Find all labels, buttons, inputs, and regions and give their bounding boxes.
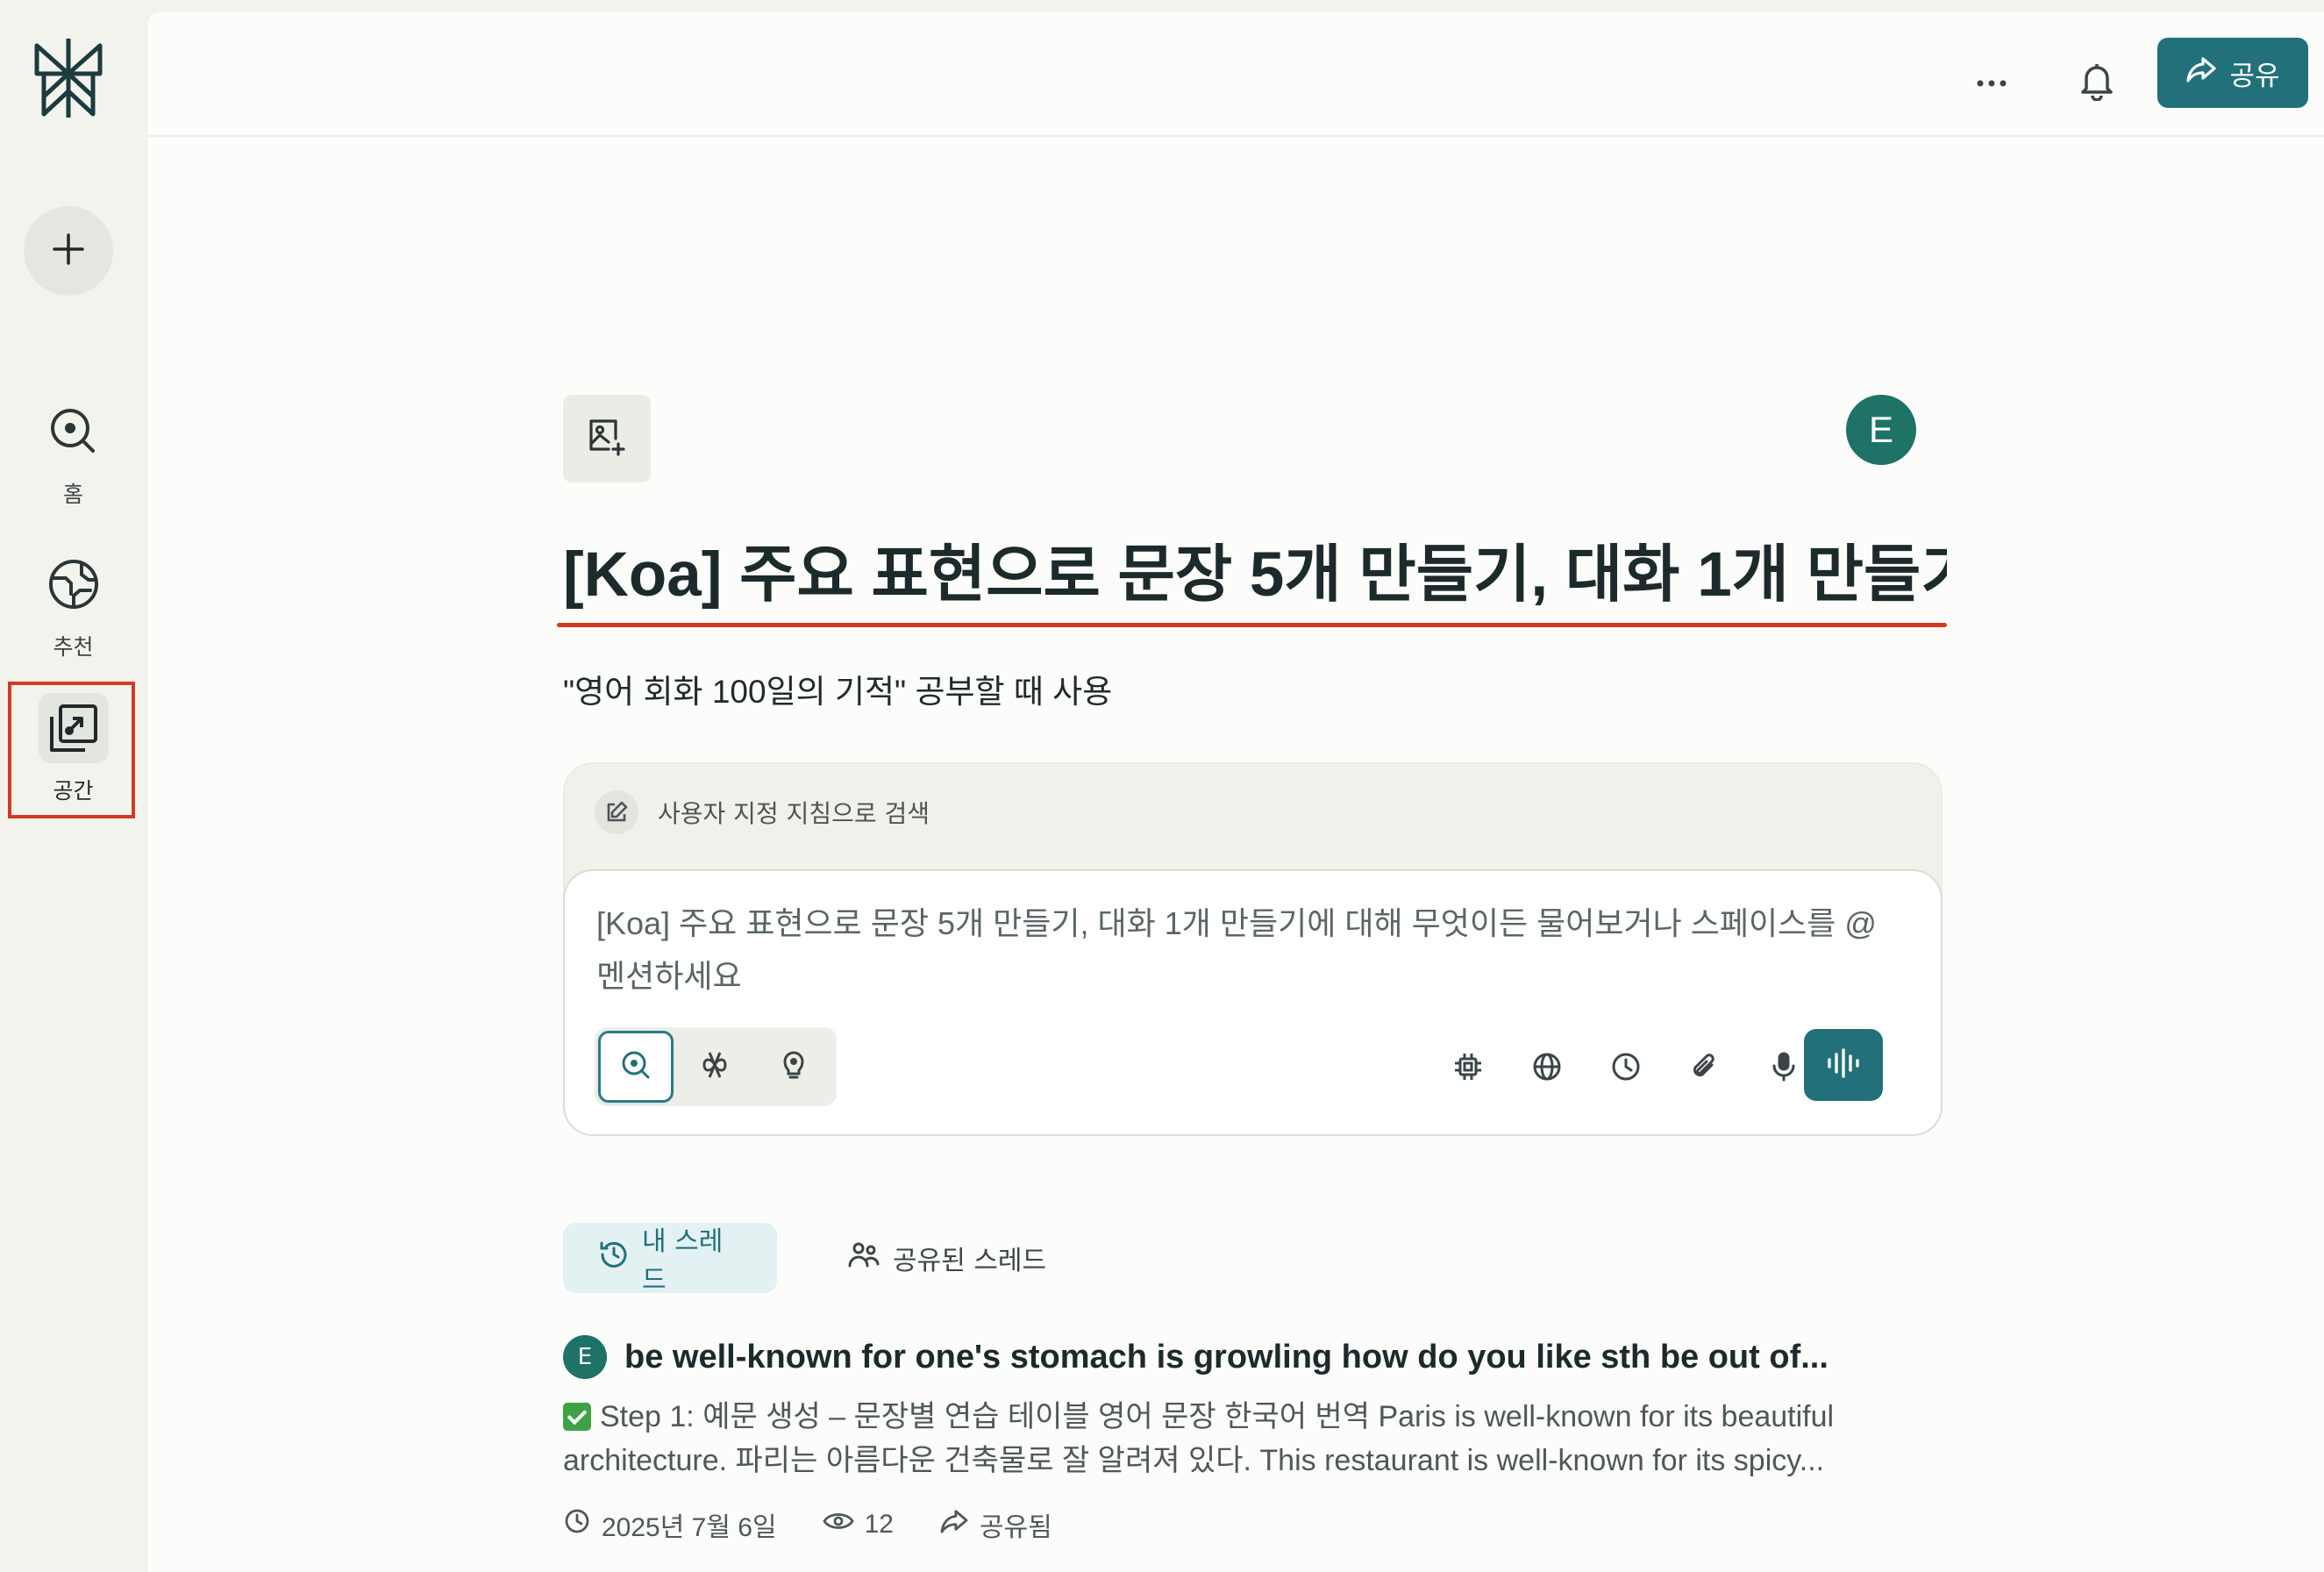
paperclip-icon	[1689, 1051, 1721, 1086]
sidebar-item-label: 추천	[53, 634, 94, 660]
dictation-button[interactable]	[1760, 1045, 1807, 1092]
avatar: E	[563, 1335, 607, 1379]
share-button[interactable]: 공유	[2157, 38, 2308, 108]
search-icon	[620, 1049, 652, 1084]
search-icon	[39, 397, 109, 467]
selection-highlight	[8, 682, 135, 818]
share-button-label: 공유	[2229, 60, 2280, 92]
share-arrow-icon	[939, 1508, 969, 1541]
lightbulb-icon	[778, 1049, 809, 1084]
microphone-icon	[1768, 1051, 1800, 1086]
bell-icon	[2079, 61, 2114, 104]
top-bar: 공유	[147, 12, 2324, 137]
sidebar: 홈 추천 공간	[0, 0, 146, 1572]
query-input[interactable]: [Koa] 주요 표현으로 문장 5개 만들기, 대화 1개 만들기에 대해 무…	[563, 869, 1943, 1136]
tab-label: 공유된 스레드	[893, 1246, 1047, 1276]
search-panel: 사용자 지정 지침으로 검색 [Koa] 주요 표현으로 문장 5개 만들기, …	[563, 762, 1943, 1136]
custom-instructions-row[interactable]: 사용자 지정 지침으로 검색	[595, 790, 930, 834]
perplexity-logo-icon[interactable]	[32, 37, 105, 119]
tab-label: 내 스레드	[642, 1226, 724, 1296]
sidebar-item-discover[interactable]: 추천	[14, 549, 132, 681]
avatar[interactable]: E	[1846, 395, 1916, 465]
new-thread-button[interactable]	[24, 206, 113, 296]
voice-mode-button[interactable]	[1804, 1029, 1883, 1101]
thread-snippet-container: Step 1: 예문 생성 – 문장별 연습 테이블 영어 문장 한국어 번역 …	[563, 1395, 1896, 1483]
chip-icon	[1452, 1051, 1484, 1086]
main-panel: 공유 E [Koa] 주요 표현으로 문장 5개 만들기, 대화 1개 만들기 …	[146, 12, 2324, 1572]
clock-icon	[563, 1507, 591, 1542]
edit-icon	[595, 790, 638, 834]
share-arrow-icon	[2185, 55, 2217, 90]
mode-research-button[interactable]	[677, 1031, 752, 1103]
image-add-icon	[586, 416, 628, 461]
thread-title[interactable]: be well-known for one's stomach is growl…	[624, 1339, 1829, 1376]
history-icon	[598, 1239, 630, 1277]
model-select-button[interactable]	[1444, 1045, 1492, 1092]
clock-icon	[1610, 1051, 1642, 1086]
voice-waveform-icon	[1825, 1047, 1862, 1083]
title-highlight-underline	[557, 623, 1947, 627]
tab-my-threads[interactable]: 내 스레드	[563, 1223, 777, 1296]
more-options-button[interactable]	[1965, 56, 2018, 109]
add-cover-image-button[interactable]	[563, 395, 651, 482]
search-mode-toggle	[595, 1027, 837, 1106]
mode-labs-button[interactable]	[756, 1031, 831, 1103]
thread-shared-status: 공유됨	[939, 1505, 1052, 1544]
thread-shared-label: 공유됨	[979, 1513, 1052, 1542]
globe-icon	[39, 549, 109, 619]
sidebar-item-label: 홈	[62, 482, 83, 507]
mode-search-button[interactable]	[598, 1031, 674, 1103]
research-icon	[699, 1049, 731, 1084]
sidebar-item-home[interactable]: 홈	[14, 397, 132, 528]
page-title[interactable]: [Koa] 주요 표현으로 문장 5개 만들기, 대화 1개 만들기	[563, 528, 1947, 623]
list-item[interactable]: E be well-known for one's stomach is gro…	[563, 1335, 1943, 1544]
thread-snippet: Step 1: 예문 생성 – 문장별 연습 테이블 영어 문장 한국어 번역 …	[563, 1400, 1835, 1477]
attach-button[interactable]	[1681, 1045, 1729, 1092]
thread-date: 2025년 7월 6일	[563, 1505, 777, 1544]
thread-meta: 2025년 7월 6일 12 공유됨	[563, 1505, 1943, 1544]
notifications-button[interactable]	[2071, 54, 2123, 111]
eye-icon	[822, 1509, 854, 1540]
thread-views-count: 12	[864, 1510, 894, 1539]
tab-shared-threads[interactable]: 공유된 스레드	[812, 1223, 1081, 1293]
sources-button[interactable]	[1523, 1045, 1571, 1092]
check-mark-icon	[563, 1403, 591, 1431]
plus-icon	[51, 232, 86, 270]
custom-instructions-label: 사용자 지정 지침으로 검색	[658, 799, 930, 828]
thread-views: 12	[822, 1509, 894, 1540]
space-description[interactable]: "영어 회화 100일의 기적" 공부할 때 사용	[563, 665, 1112, 712]
people-icon	[847, 1239, 880, 1277]
more-dots-icon	[1976, 75, 2007, 91]
thread-date-text: 2025년 7월 6일	[602, 1513, 777, 1542]
globe-icon	[1531, 1051, 1563, 1086]
history-button[interactable]	[1602, 1045, 1650, 1092]
query-placeholder: [Koa] 주요 표현으로 문장 5개 만들기, 대화 1개 만들기에 대해 무…	[596, 905, 1877, 994]
